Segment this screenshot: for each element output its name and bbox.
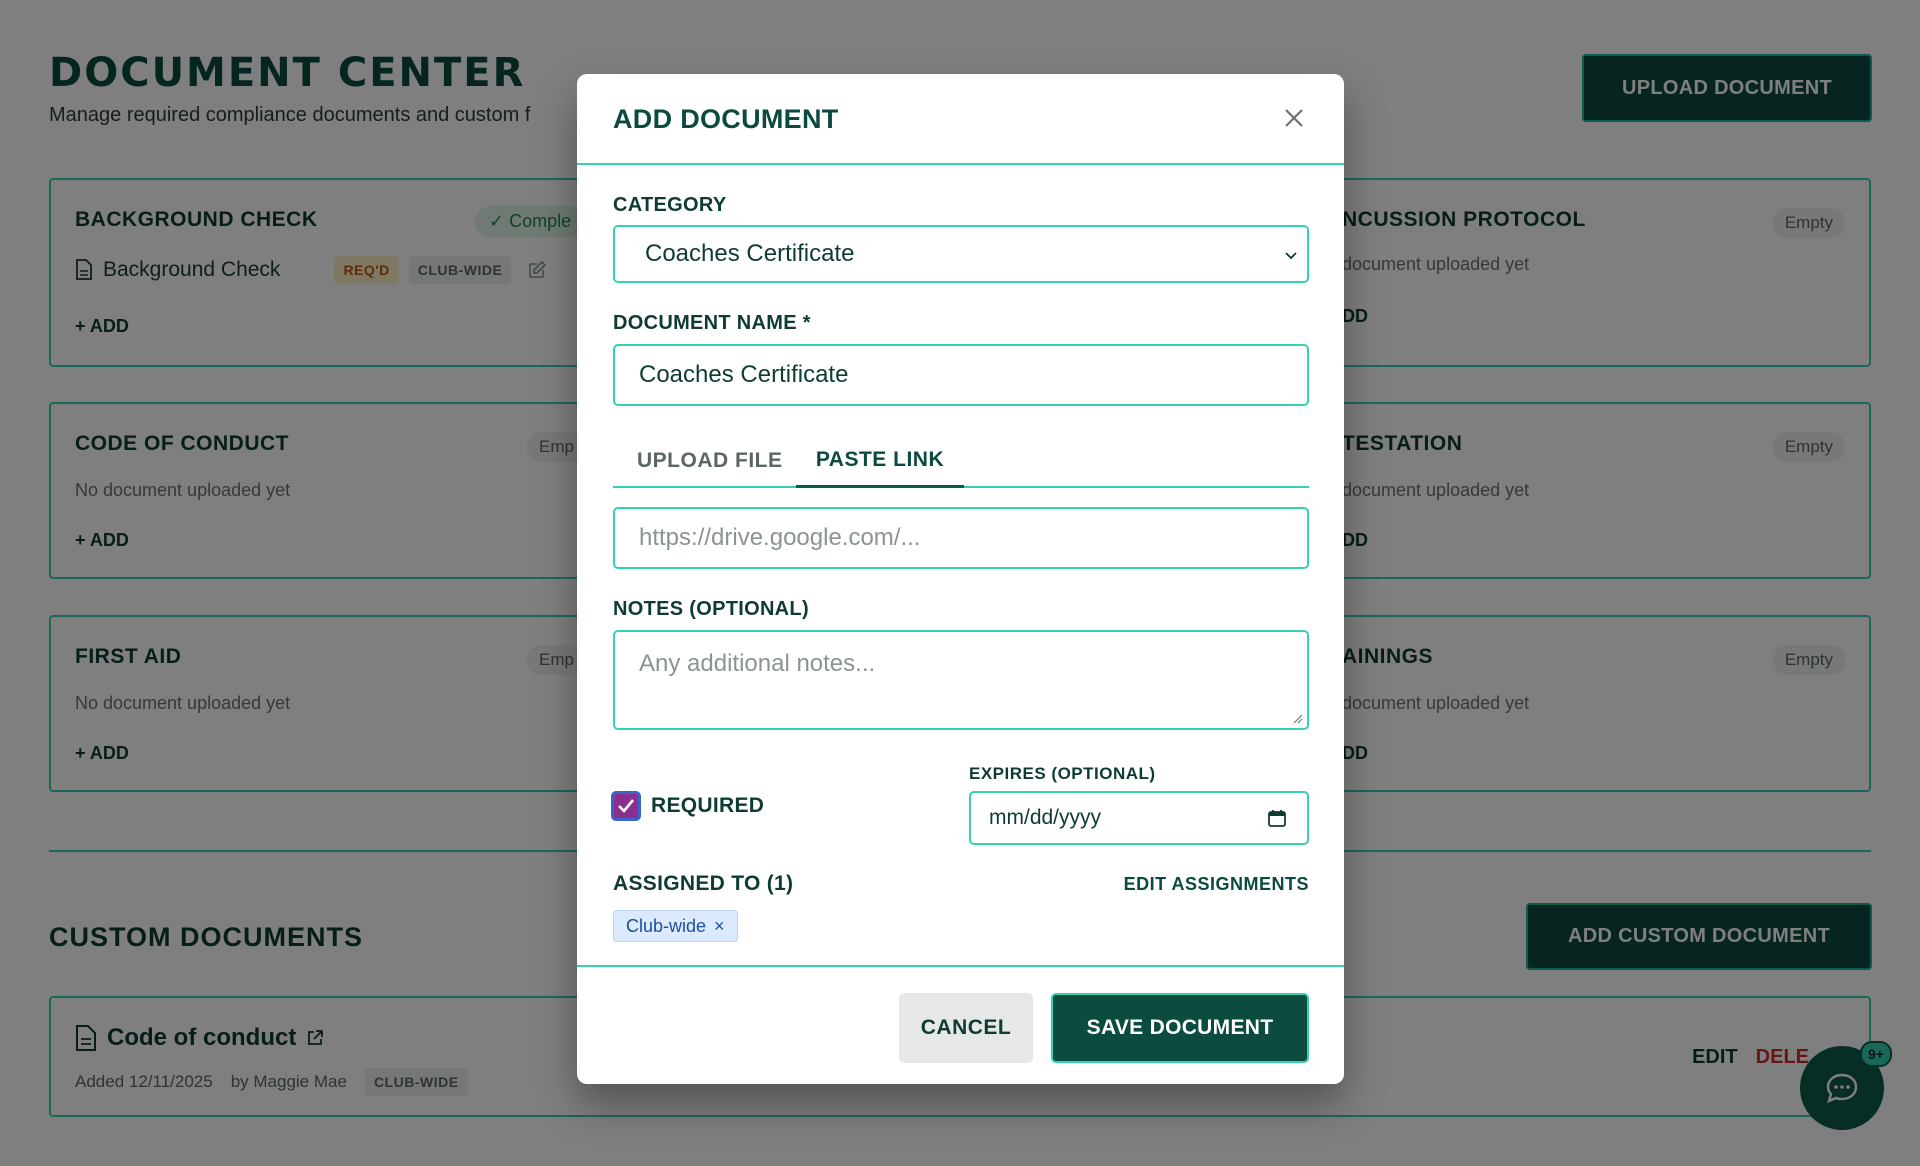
notes-label: NOTES (OPTIONAL) (613, 598, 809, 620)
assigned-to-label: ASSIGNED TO (1) (613, 872, 794, 895)
document-name-label: DOCUMENT NAME * (613, 312, 811, 334)
document-name-input[interactable]: Coaches Certificate (613, 344, 1309, 406)
category-label: CATEGORY (613, 194, 727, 216)
category-select[interactable]: Coaches Certificate (613, 225, 1309, 283)
chevron-down-icon (1285, 252, 1297, 260)
link-input[interactable]: https://drive.google.com/... (613, 507, 1309, 569)
save-document-button[interactable]: SAVE DOCUMENT (1051, 993, 1309, 1063)
cancel-button[interactable]: CANCEL (899, 993, 1033, 1063)
assignment-chip: Club-wide × (613, 910, 738, 942)
required-checkbox[interactable] (611, 791, 641, 821)
close-icon (1285, 109, 1303, 127)
source-tabs: UPLOAD FILE PASTE LINK (613, 434, 1309, 488)
modal-header: ADD DOCUMENT (577, 74, 1344, 165)
expires-label: EXPIRES (OPTIONAL) (969, 764, 1156, 783)
add-document-modal: ADD DOCUMENT CATEGORY Coaches Certificat… (577, 74, 1344, 1084)
check-icon (618, 799, 635, 813)
category-value: Coaches Certificate (645, 240, 855, 267)
notes-textarea[interactable]: Any additional notes... (613, 630, 1309, 730)
chip-label: Club-wide (626, 915, 707, 936)
modal-title: ADD DOCUMENT (613, 104, 839, 134)
resize-handle-icon[interactable] (1291, 712, 1303, 724)
edit-assignments-button[interactable]: EDIT ASSIGNMENTS (1124, 874, 1309, 895)
close-button[interactable] (1278, 102, 1310, 134)
modal-footer: CANCEL SAVE DOCUMENT (577, 965, 1344, 1084)
notes-placeholder: Any additional notes... (639, 650, 876, 677)
calendar-icon[interactable] (1267, 808, 1287, 828)
tab-paste-link[interactable]: PASTE LINK (796, 434, 964, 488)
tab-upload-file[interactable]: UPLOAD FILE (637, 434, 783, 488)
required-label: REQUIRED (651, 794, 765, 817)
remove-chip-icon[interactable]: × (714, 916, 725, 937)
expires-date-input[interactable]: mm/dd/yyyy (969, 791, 1309, 845)
required-row: REQUIRED (611, 791, 764, 821)
date-placeholder: mm/dd/yyyy (989, 806, 1102, 829)
